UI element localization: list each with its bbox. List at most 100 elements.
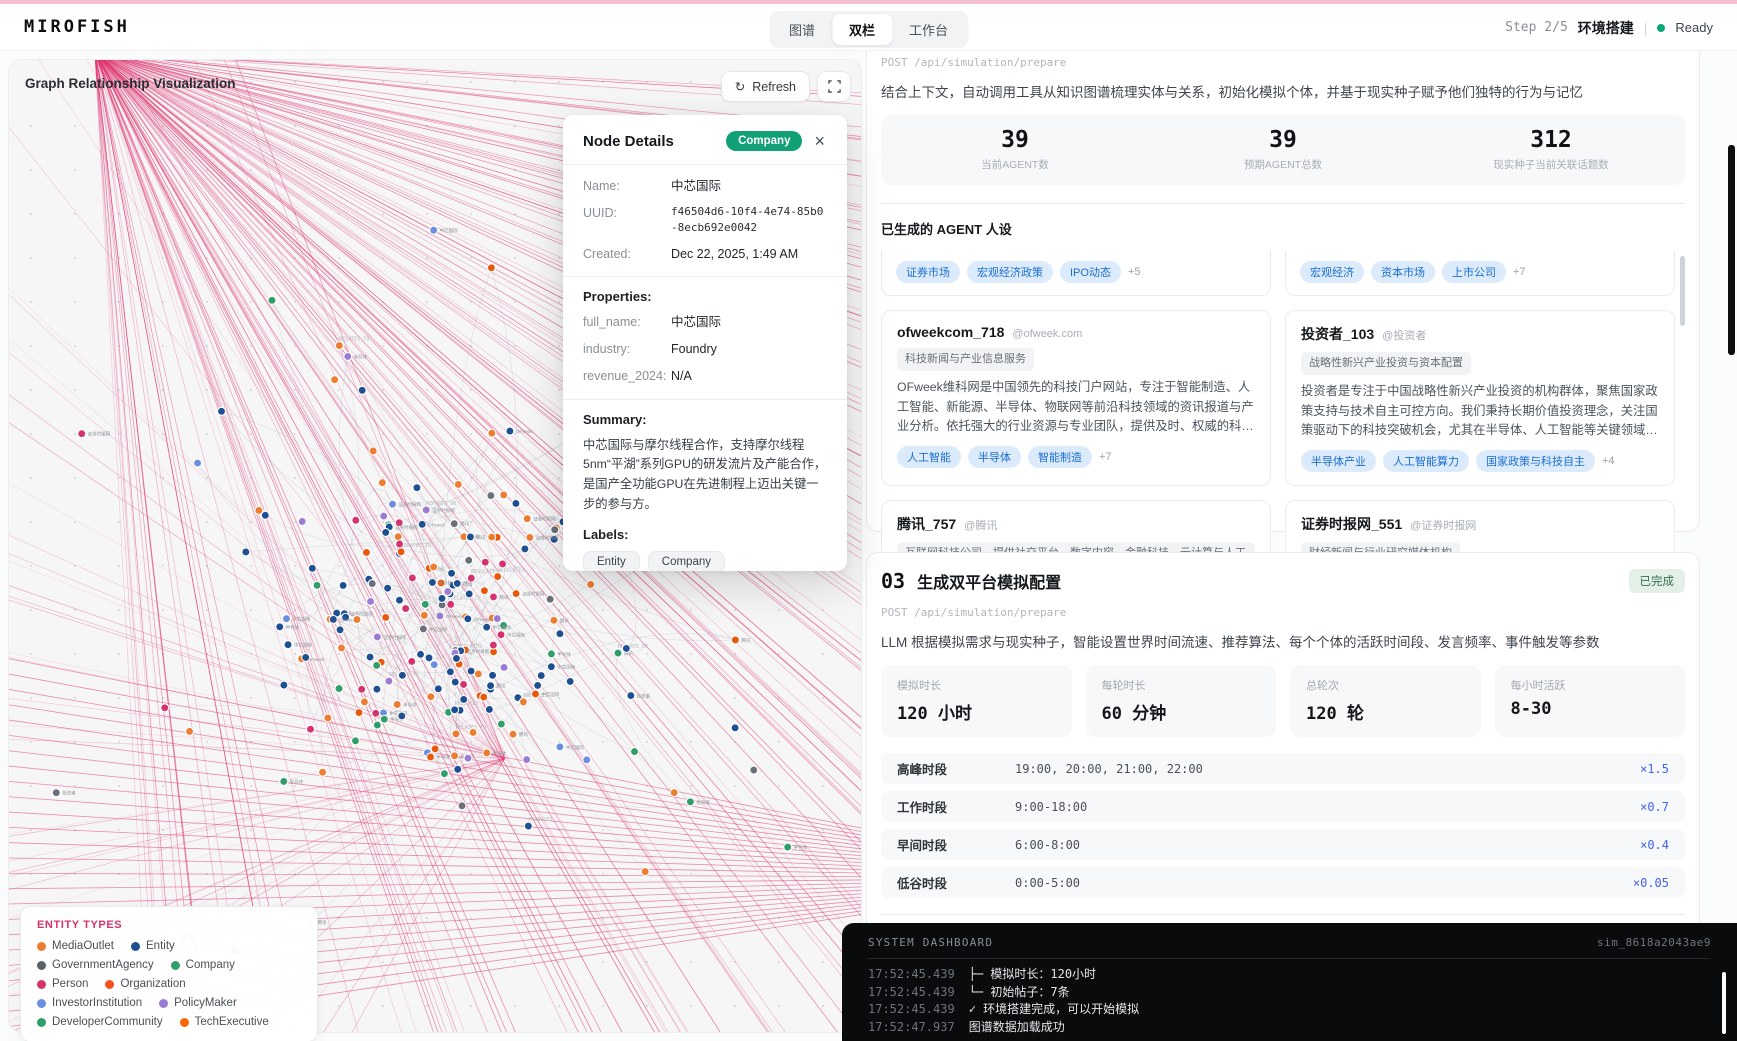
graph-node[interactable] xyxy=(372,709,380,717)
graph-node[interactable] xyxy=(448,569,456,577)
graph-node[interactable] xyxy=(338,644,346,652)
graph-node[interactable] xyxy=(537,672,545,680)
tab-图谱[interactable]: 图谱 xyxy=(772,14,832,45)
graph-node[interactable] xyxy=(302,653,310,661)
agent-tag[interactable]: 证券市场 xyxy=(896,261,960,283)
agent-tag[interactable]: 资本市场 xyxy=(1371,261,1435,283)
graph-node[interactable] xyxy=(499,560,507,568)
graph-node[interactable] xyxy=(452,730,460,738)
graph-node[interactable] xyxy=(394,533,402,541)
graph-node[interactable] xyxy=(397,548,405,556)
graph-node[interactable] xyxy=(408,574,416,582)
graph-node[interactable] xyxy=(373,661,381,669)
agent-card[interactable]: 投资者_103@投资者战略性新兴产业投资与资本配置投资者是专注于中国战略性新兴产… xyxy=(1285,310,1675,486)
graph-node[interactable] xyxy=(481,558,489,566)
graph-node[interactable] xyxy=(430,226,438,234)
graph-node[interactable] xyxy=(194,459,202,467)
graph-node[interactable] xyxy=(686,798,694,806)
agent-tag[interactable]: IPO动态 xyxy=(1060,261,1121,283)
graph-node[interactable] xyxy=(280,681,288,689)
graph-node[interactable] xyxy=(509,730,517,738)
graph-node[interactable] xyxy=(524,822,532,830)
graph-node[interactable] xyxy=(485,705,493,713)
graph-node[interactable] xyxy=(373,721,381,729)
graph-node[interactable] xyxy=(382,613,390,621)
graph-node[interactable] xyxy=(546,595,554,603)
graph-node[interactable] xyxy=(331,376,339,384)
graph-node[interactable] xyxy=(487,682,495,690)
graph-node[interactable] xyxy=(460,680,468,688)
graph-node[interactable] xyxy=(452,654,460,662)
graph-node[interactable] xyxy=(398,712,406,720)
graph-node[interactable] xyxy=(282,615,290,623)
graph-node[interactable] xyxy=(380,512,388,520)
graph-node[interactable] xyxy=(420,611,428,619)
graph-node[interactable] xyxy=(422,506,430,514)
graph-node[interactable] xyxy=(583,756,591,764)
agent-tag[interactable]: 半导体 xyxy=(968,446,1021,468)
graph-node[interactable] xyxy=(469,728,477,736)
graph-node[interactable] xyxy=(506,427,514,435)
graph-node[interactable] xyxy=(255,506,263,514)
graph-node[interactable] xyxy=(523,515,531,523)
graph-node[interactable] xyxy=(268,296,276,304)
terminal-scrollbar[interactable] xyxy=(1722,972,1726,1034)
graph-node[interactable] xyxy=(523,756,531,764)
graph-node[interactable] xyxy=(308,564,316,572)
graph-node[interactable] xyxy=(360,698,368,706)
tab-双栏[interactable]: 双栏 xyxy=(832,14,892,45)
graph-node[interactable] xyxy=(417,650,425,658)
graph-node[interactable] xyxy=(382,528,390,536)
graph-node[interactable] xyxy=(465,556,473,564)
graph-node[interactable] xyxy=(521,545,529,553)
graph-node[interactable] xyxy=(428,578,436,586)
graph-node[interactable] xyxy=(488,533,496,541)
graph-node[interactable] xyxy=(366,653,374,661)
graph-node[interactable] xyxy=(464,615,472,623)
graph-node[interactable] xyxy=(750,766,758,774)
graph-node[interactable] xyxy=(369,447,377,455)
graph-node[interactable] xyxy=(512,590,520,598)
graph-node[interactable] xyxy=(446,668,454,676)
graph-node[interactable] xyxy=(352,516,360,524)
agent-tag[interactable]: 人工智能算力 xyxy=(1383,450,1469,472)
graph-node[interactable] xyxy=(421,600,429,608)
graph-node[interactable] xyxy=(351,737,359,745)
graph-node[interactable] xyxy=(438,594,446,602)
graph-node[interactable] xyxy=(389,500,397,508)
graph-node[interactable] xyxy=(324,714,332,722)
graph-node[interactable] xyxy=(52,789,60,797)
graph-node[interactable] xyxy=(358,685,366,693)
graph-node[interactable] xyxy=(614,649,622,657)
graph-node[interactable] xyxy=(373,685,381,693)
graph-node[interactable] xyxy=(242,548,250,556)
list-scrollbar[interactable] xyxy=(1680,256,1685,326)
agent-tag[interactable]: 宏观经济政策 xyxy=(967,261,1053,283)
tab-工作台[interactable]: 工作台 xyxy=(892,14,965,45)
graph-node[interactable] xyxy=(367,597,375,605)
graph-node[interactable] xyxy=(353,616,361,624)
page-scrollbar[interactable] xyxy=(1728,145,1735,355)
graph-node[interactable] xyxy=(488,429,496,437)
graph-node[interactable] xyxy=(641,868,649,876)
graph-node[interactable] xyxy=(526,533,534,541)
graph-node[interactable] xyxy=(587,580,595,588)
refresh-button[interactable]: ↻ Refresh xyxy=(721,71,810,102)
graph-node[interactable] xyxy=(489,641,497,649)
graph-node[interactable] xyxy=(622,644,630,652)
agent-card[interactable]: 证券时报网_551@证券时报网财经新闻与行业研究媒体机构证券时报网（stcn.c… xyxy=(1285,500,1675,552)
graph-node[interactable] xyxy=(427,693,435,701)
graph-node[interactable] xyxy=(329,615,337,623)
graph-node[interactable] xyxy=(483,623,491,631)
graph-node[interactable] xyxy=(451,706,459,714)
graph-node[interactable] xyxy=(384,584,392,592)
graph-node[interactable] xyxy=(731,636,739,644)
graph-node[interactable] xyxy=(430,661,438,669)
graph-node[interactable] xyxy=(483,749,491,757)
agent-tag[interactable]: 国家政策与科技自主 xyxy=(1476,450,1595,472)
graph-node[interactable] xyxy=(494,573,502,581)
graph-node[interactable] xyxy=(454,765,462,773)
graph-node[interactable] xyxy=(396,540,404,548)
graph-node[interactable] xyxy=(497,720,505,728)
graph-node[interactable] xyxy=(413,484,421,492)
